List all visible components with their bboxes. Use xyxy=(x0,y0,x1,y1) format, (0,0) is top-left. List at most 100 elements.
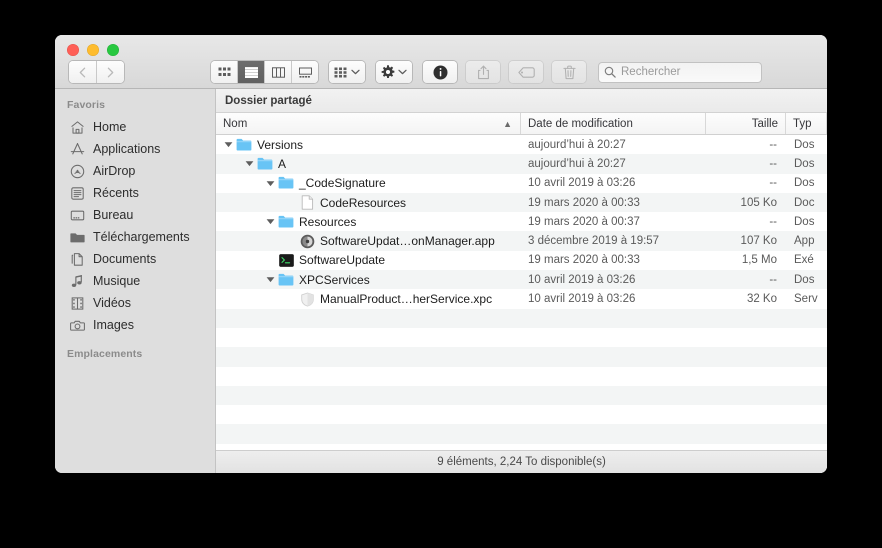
disclosure-triangle-expanded-icon[interactable] xyxy=(265,218,276,225)
gear-icon xyxy=(381,65,395,79)
file-list[interactable]: Versions aujourd’hui à 20:27 -- Dos Aaujourd… xyxy=(216,135,827,450)
cell-date-modified: 19 mars 2020 à 00:33 xyxy=(528,196,640,209)
arrange-button[interactable] xyxy=(329,61,365,83)
column-header-taille[interactable]: Taille xyxy=(706,113,786,134)
sidebar-item-applications[interactable]: Applications xyxy=(55,138,215,160)
sidebar-section-emplacements-header: Emplacements xyxy=(67,348,143,360)
file-name: Resources xyxy=(299,214,357,229)
disclosure-triangle-expanded-icon[interactable] xyxy=(244,160,255,167)
cell-date-modified: aujourd’hui à 20:27 xyxy=(528,157,626,170)
list-view-button[interactable] xyxy=(238,61,265,83)
share-icon xyxy=(477,65,489,79)
delete-button[interactable] xyxy=(552,61,586,83)
column-header-nom[interactable]: Nom ▲ xyxy=(216,113,521,134)
cell-size: -- xyxy=(769,215,777,228)
sidebar: Favoris Home Applications AirDrop Récent… xyxy=(55,89,216,473)
action-button[interactable] xyxy=(376,61,412,83)
arrange-group xyxy=(329,61,365,83)
cell-name: ManualProduct…herService.xpc xyxy=(216,291,521,307)
minimize-window-button[interactable] xyxy=(87,44,99,56)
column-header-type[interactable]: Typ xyxy=(786,113,827,134)
sidebar-item-desktop[interactable]: Bureau xyxy=(55,204,215,226)
sidebar-item-recents[interactable]: Récents xyxy=(55,182,215,204)
chevron-down-icon xyxy=(351,69,360,75)
sidebar-item-pictures[interactable]: Images xyxy=(55,314,215,336)
sidebar-item-label: Bureau xyxy=(93,208,134,222)
back-button[interactable] xyxy=(69,61,97,83)
table-row[interactable]: _CodeSignature 10 avril 2019 à 03:26 -- Dos xyxy=(216,173,827,193)
sidebar-item-videos[interactable]: Vidéos xyxy=(55,292,215,314)
column-header-date[interactable]: Date de modification xyxy=(521,113,706,134)
status-text: 9 éléments, 2,24 To disponible(s) xyxy=(437,456,606,468)
share-button[interactable] xyxy=(466,61,500,83)
cell-size: -- xyxy=(769,273,777,286)
finder-window: Rechercher Favoris Home Applications Air… xyxy=(55,35,827,473)
navigation-buttons xyxy=(69,61,124,83)
table-row[interactable]: XPCServices 10 avril 2019 à 03:26 -- Dos xyxy=(216,270,827,290)
sidebar-item-label: Documents xyxy=(93,252,157,266)
path-title-bar: Dossier partagé xyxy=(216,89,827,113)
sidebar-item-label: Images xyxy=(93,318,134,332)
cell-date-modified: 19 mars 2020 à 00:37 xyxy=(528,215,640,228)
cell-size: -- xyxy=(769,138,777,151)
gallery-view-button[interactable] xyxy=(292,61,318,83)
disclosure-triangle-expanded-icon[interactable] xyxy=(223,141,234,148)
table-row[interactable]: Versions aujourd’hui à 20:27 -- Dos xyxy=(216,135,827,155)
file-name: Versions xyxy=(257,137,304,152)
search-field[interactable]: Rechercher xyxy=(598,61,762,83)
sidebar-item-label: AirDrop xyxy=(93,164,136,178)
gallery-icon xyxy=(298,67,312,78)
folder-icon xyxy=(278,175,294,191)
column-view-button[interactable] xyxy=(265,61,292,83)
file-name: _CodeSignature xyxy=(299,176,386,191)
cell-size: 107 Ko xyxy=(740,235,777,248)
traffic-lights xyxy=(67,44,119,56)
maximize-window-button[interactable] xyxy=(107,44,119,56)
column-header-label: Nom xyxy=(223,117,248,130)
sidebar-item-documents[interactable]: Documents xyxy=(55,248,215,270)
cell-name: CodeResources xyxy=(216,195,521,211)
table-row[interactable]: SoftwareUpdat…onManager.app 3 décembre 20… xyxy=(216,231,827,251)
sidebar-item-label: Musique xyxy=(93,274,141,288)
table-row[interactable]: ManualProduct…herService.xpc 10 avril 201… xyxy=(216,289,827,309)
film-icon xyxy=(69,295,86,311)
chevron-right-icon xyxy=(107,67,114,77)
cell-date-modified: 10 avril 2019 à 03:26 xyxy=(528,177,636,190)
info-button[interactable] xyxy=(423,61,457,83)
table-row[interactable]: CodeResources 19 mars 2020 à 00:33 105 Ko D… xyxy=(216,192,827,213)
table-row[interactable]: SoftwareUpdate 19 mars 2020 à 00:33 1,5 Mo… xyxy=(216,250,827,271)
sidebar-item-label: Home xyxy=(93,120,127,134)
tag-button[interactable] xyxy=(509,61,543,83)
sidebar-item-label: Applications xyxy=(93,142,161,156)
xpc-service-icon xyxy=(299,291,315,307)
empty-row xyxy=(216,308,827,328)
cell-date-modified: 10 avril 2019 à 03:26 xyxy=(528,273,636,286)
window-titlebar: Rechercher xyxy=(55,35,827,89)
trash-icon xyxy=(562,65,576,79)
sidebar-item-music[interactable]: Musique xyxy=(55,270,215,292)
sidebar-item-airdrop[interactable]: AirDrop xyxy=(55,160,215,182)
file-name: ManualProduct…herService.xpc xyxy=(320,292,493,307)
view-mode-group xyxy=(211,61,318,83)
icon-view-button[interactable] xyxy=(211,61,238,83)
forward-button[interactable] xyxy=(97,61,124,83)
cell-type: Dos xyxy=(794,177,815,190)
sidebar-item-downloads[interactable]: Téléchargements xyxy=(55,226,215,248)
search-placeholder: Rechercher xyxy=(621,66,681,78)
cell-type: App xyxy=(794,235,815,248)
disclosure-triangle-expanded-icon[interactable] xyxy=(265,276,276,283)
empty-row xyxy=(216,424,827,444)
table-row[interactable]: Aaujourd’hui à 20:27 -- Dos xyxy=(216,154,827,174)
folder-icon xyxy=(278,214,294,230)
cell-name: SoftwareUpdat…onManager.app xyxy=(216,233,521,249)
app-bundle-icon xyxy=(299,233,315,249)
disclosure-triangle-expanded-icon[interactable] xyxy=(265,180,276,187)
cell-name: A xyxy=(216,156,521,172)
table-row[interactable]: Resources 19 mars 2020 à 00:37 -- Dos xyxy=(216,212,827,232)
cell-name: _CodeSignature xyxy=(216,175,521,191)
sidebar-item-home[interactable]: Home xyxy=(55,116,215,138)
cell-type: Dos xyxy=(794,273,815,286)
close-window-button[interactable] xyxy=(67,44,79,56)
cell-date-modified: aujourd’hui à 20:27 xyxy=(528,138,626,151)
cell-type: Dos xyxy=(794,138,815,151)
